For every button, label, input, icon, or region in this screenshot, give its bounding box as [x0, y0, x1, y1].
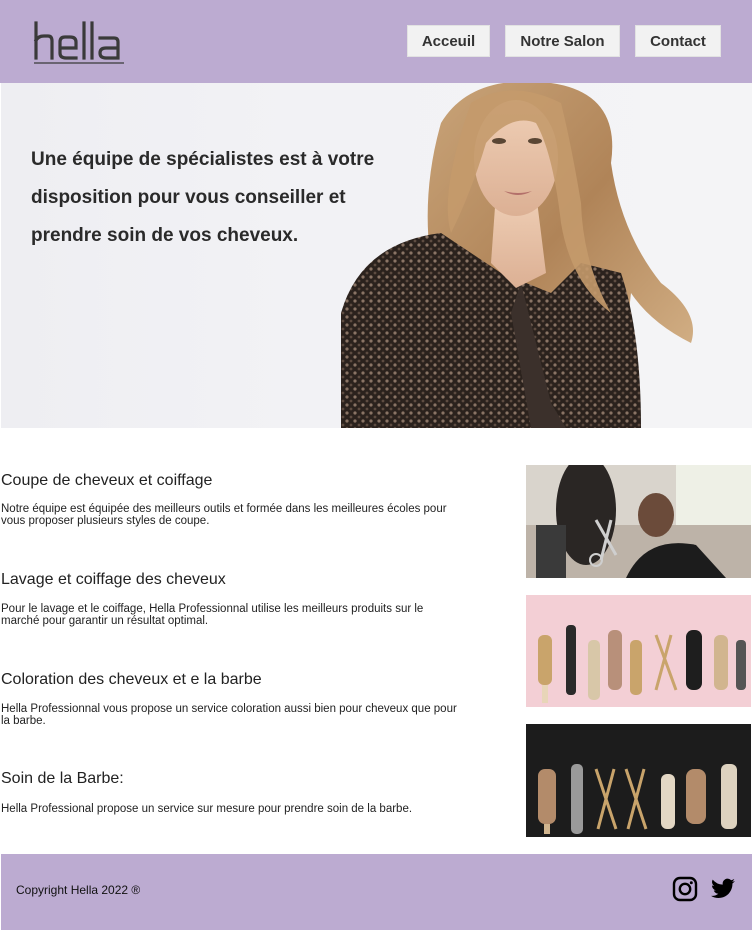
nav-contact-button[interactable]: Contact	[635, 25, 721, 57]
site-footer: Copyright Hella 2022 ®	[1, 854, 752, 930]
instagram-icon[interactable]	[672, 876, 698, 902]
nav-acceuil-button[interactable]: Acceuil	[407, 25, 490, 57]
service-desc-barbe: Hella Professional propose un service su…	[1, 803, 413, 815]
salon-haircut-photo	[526, 465, 751, 578]
hella-logo[interactable]	[32, 20, 132, 66]
hair-tools-pink-photo	[526, 595, 751, 707]
service-title-coupe: Coupe de cheveux et coiffage	[1, 472, 213, 489]
service-desc-coloration: Hella Professionnal vous propose un serv…	[1, 703, 457, 727]
service-desc-coupe: Notre équipe est équipée des meilleurs o…	[1, 503, 447, 527]
site-header: Acceuil Notre Salon Contact	[0, 0, 752, 83]
hair-tools-dark-photo	[526, 724, 751, 837]
service-title-barbe: Soin de la Barbe:	[1, 770, 124, 787]
service-title-lavage: Lavage et coiffage des cheveux	[1, 571, 226, 588]
service-title-coloration: Coloration des cheveux et e la barbe	[1, 671, 262, 688]
hero-model-photo	[341, 83, 693, 428]
twitter-icon[interactable]	[710, 876, 736, 902]
nav-notre-salon-button[interactable]: Notre Salon	[505, 25, 620, 57]
copyright-text: Copyright Hella 2022 ®	[16, 883, 141, 897]
service-desc-lavage: Pour le lavage et le coiffage, Hella Pro…	[1, 603, 424, 627]
hero-banner: Une équipe de spécialistes est à votre d…	[1, 83, 752, 428]
